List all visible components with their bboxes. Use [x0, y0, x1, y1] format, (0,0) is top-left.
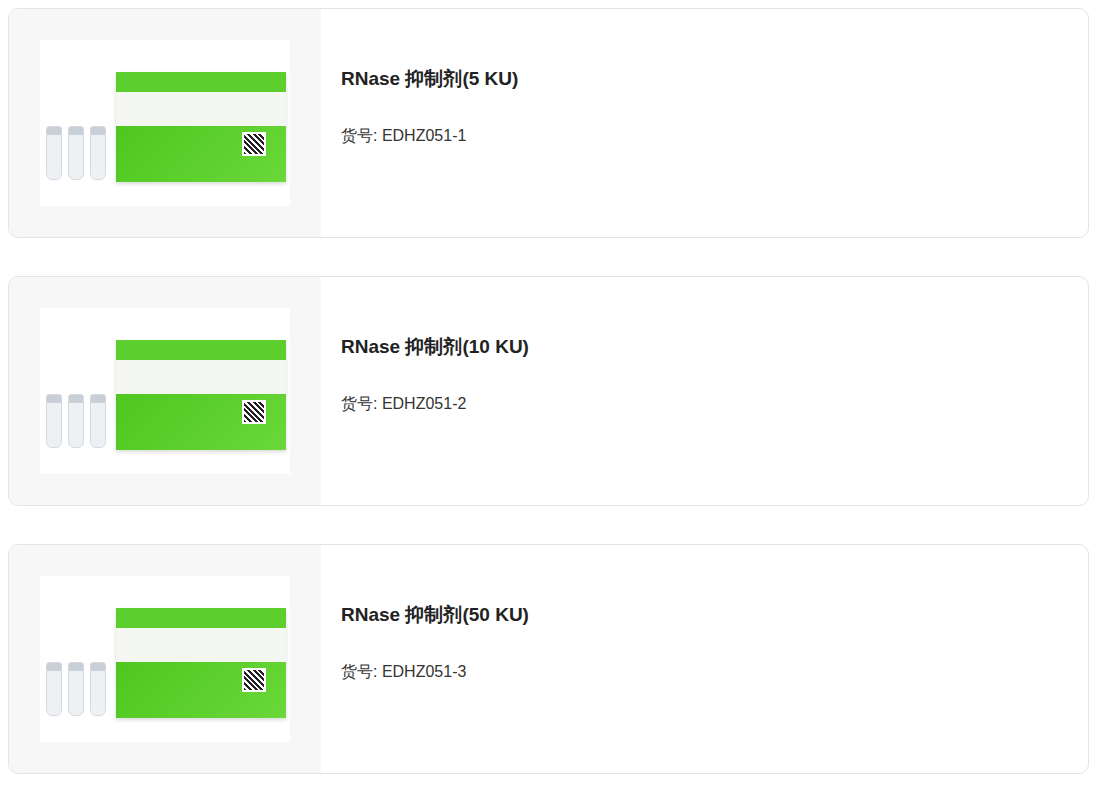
product-info: RNase 抑制剂(10 KU) 货号: EDHZ051-2 [321, 277, 549, 505]
product-title[interactable]: RNase 抑制剂(5 KU) [341, 67, 518, 91]
tube-rack [46, 126, 106, 182]
kit-box [116, 72, 286, 182]
tube [46, 662, 62, 716]
kit-box-front [116, 394, 286, 450]
product-card[interactable]: RNase 抑制剂(5 KU) 货号: EDHZ051-1 [8, 8, 1089, 238]
qr-code-icon [242, 668, 266, 692]
tube [46, 126, 62, 180]
kit-box [116, 608, 286, 718]
product-title[interactable]: RNase 抑制剂(10 KU) [341, 335, 529, 359]
product-list: RNase 抑制剂(5 KU) 货号: EDHZ051-1 RNase 抑制剂(10… [0, 0, 1103, 782]
kit-box-band [116, 92, 286, 126]
product-image-pane [9, 277, 321, 505]
tube [90, 126, 106, 180]
product-sku: 货号: EDHZ051-1 [341, 125, 518, 147]
kit-box-top [116, 72, 286, 92]
tube [68, 662, 84, 716]
tube [68, 126, 84, 180]
kit-box [116, 340, 286, 450]
tube [68, 394, 84, 448]
kit-box-front [116, 126, 286, 182]
product-title[interactable]: RNase 抑制剂(50 KU) [341, 603, 529, 627]
qr-code-icon [242, 132, 266, 156]
tube [46, 394, 62, 448]
kit-box-band [116, 628, 286, 662]
product-sku: 货号: EDHZ051-2 [341, 393, 529, 415]
product-photo[interactable] [40, 576, 290, 742]
product-photo[interactable] [40, 40, 290, 206]
kit-box-front [116, 662, 286, 718]
product-card[interactable]: RNase 抑制剂(10 KU) 货号: EDHZ051-2 [8, 276, 1089, 506]
product-card[interactable]: RNase 抑制剂(50 KU) 货号: EDHZ051-3 [8, 544, 1089, 774]
product-info: RNase 抑制剂(5 KU) 货号: EDHZ051-1 [321, 9, 538, 237]
tube [90, 662, 106, 716]
tube-rack [46, 662, 106, 718]
kit-box-top [116, 608, 286, 628]
product-image-pane [9, 545, 321, 773]
product-info: RNase 抑制剂(50 KU) 货号: EDHZ051-3 [321, 545, 549, 773]
qr-code-icon [242, 400, 266, 424]
product-sku: 货号: EDHZ051-3 [341, 661, 529, 683]
product-photo[interactable] [40, 308, 290, 474]
kit-box-band [116, 360, 286, 394]
kit-box-top [116, 340, 286, 360]
tube [90, 394, 106, 448]
tube-rack [46, 394, 106, 450]
product-image-pane [9, 9, 321, 237]
